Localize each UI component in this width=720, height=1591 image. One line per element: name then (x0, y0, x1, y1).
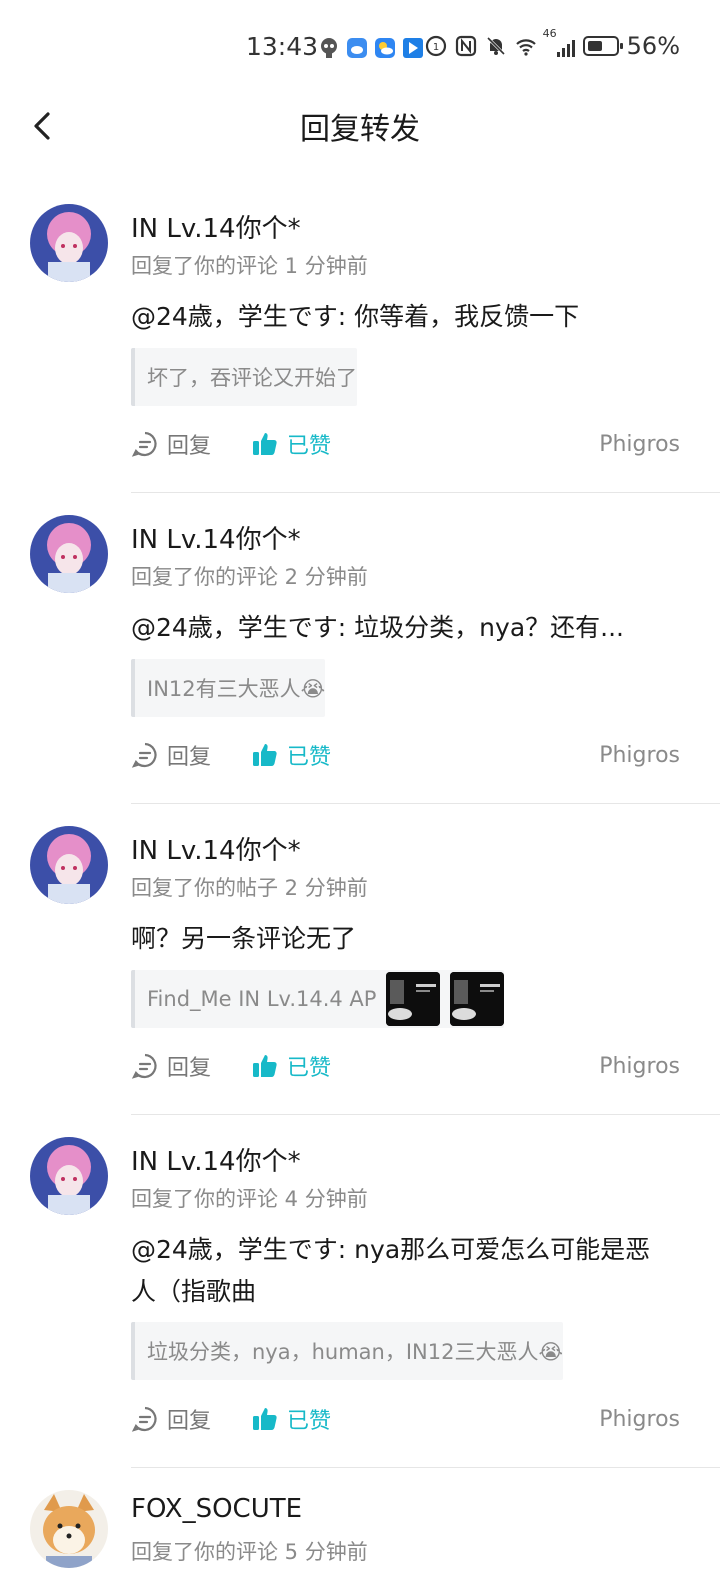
reply-button[interactable]: 回复 (131, 428, 211, 460)
source-tag[interactable]: Phigros (599, 432, 680, 457)
reply-item[interactable]: FOX_SOCUTE 回复了你的评论 5 分钟前 (0, 1468, 720, 1578)
reply-label: 回复 (167, 1056, 212, 1081)
quoted-post[interactable]: Find_Me IN Lv.14.4 AP (131, 970, 505, 1028)
source-tag[interactable]: Phigros (599, 1407, 680, 1432)
reply-meta: 回复了你的评论 1 分钟前 (131, 254, 368, 278)
status-bar: 13:43 1 46 56% (0, 0, 720, 96)
status-time: 13:43 (246, 32, 319, 61)
username[interactable]: IN Lv.14你个* (131, 208, 301, 245)
reply-label: 回复 (167, 1409, 212, 1434)
notification-icons (318, 34, 424, 62)
comment-icon (131, 1053, 157, 1079)
cloud-app-icon (347, 38, 367, 58)
reply-button[interactable]: 回复 (131, 739, 211, 771)
reply-content[interactable]: @24歳，学生です: 垃圾分类，nya？还有... (131, 607, 680, 649)
like-button[interactable]: 已赞 (251, 1403, 331, 1435)
reply-item[interactable]: IN Lv.14你个* 回复了你的评论 1 分钟前 @24歳，学生です: 你等着… (0, 182, 720, 493)
thumbs-up-icon (253, 1408, 277, 1430)
post-thumbnail[interactable] (450, 972, 505, 1026)
nfc-icon (455, 35, 476, 57)
like-label: 已赞 (287, 434, 332, 459)
username[interactable]: IN Lv.14你个* (131, 519, 301, 556)
crying-emoji: 😭 (300, 677, 326, 701)
like-button[interactable]: 已赞 (251, 428, 331, 460)
quoted-text: Find_Me IN Lv.14.4 AP (147, 987, 377, 1011)
thumbs-up-icon (253, 1055, 277, 1077)
reply-meta: 回复了你的帖子 2 分钟前 (131, 876, 368, 900)
username[interactable]: IN Lv.14你个* (131, 1141, 301, 1178)
action-bar: 回复 已赞 Phigros (131, 1399, 680, 1439)
cell-signal-icon: 46 (543, 27, 575, 57)
action-bar: 回复 已赞 Phigros (131, 735, 680, 775)
source-tag[interactable]: Phigros (599, 743, 680, 768)
username[interactable]: FOX_SOCUTE (131, 1494, 302, 1524)
battery-percent: 56% (626, 32, 680, 60)
network-type: 46 (542, 27, 557, 40)
reply-item[interactable]: IN Lv.14你个* 回复了你的评论 4 分钟前 @24歳，学生です: nya… (0, 1115, 720, 1468)
nav-bar: 回复转发 (0, 96, 720, 156)
reply-label: 回复 (167, 745, 212, 770)
post-thumbnail[interactable] (386, 972, 441, 1026)
reply-meta: 回复了你的评论 2 分钟前 (131, 565, 368, 589)
wifi-icon (515, 39, 536, 56)
quoted-text: IN12有三大恶人 (147, 677, 301, 701)
crying-emoji: 😭 (538, 1340, 564, 1364)
mute-bell-icon (486, 36, 505, 56)
quoted-comment[interactable]: IN12有三大恶人😭 (131, 659, 326, 717)
comment-icon (131, 431, 157, 457)
thumbs-up-icon (253, 744, 277, 766)
like-label: 已赞 (287, 745, 332, 770)
weather-icon (375, 38, 395, 58)
action-bar: 回复 已赞 Phigros (131, 1046, 680, 1086)
quoted-comment[interactable]: 垃圾分类，nya，human，IN12三大恶人😭 (131, 1322, 564, 1380)
reply-content[interactable]: @24歳，学生です: nya那么可爱怎么可能是恶人（指歌曲 (131, 1229, 660, 1313)
reply-button[interactable]: 回复 (131, 1050, 211, 1082)
avatar[interactable] (30, 204, 108, 282)
reply-feed[interactable]: IN Lv.14你个* 回复了你的评论 1 分钟前 @24歳，学生です: 你等着… (0, 182, 720, 1578)
reply-item[interactable]: IN Lv.14你个* 回复了你的评论 2 分钟前 @24歳，学生です: 垃圾分… (0, 493, 720, 804)
like-button[interactable]: 已赞 (251, 1050, 331, 1082)
data-saver-icon: 1 (425, 35, 446, 57)
comment-icon (131, 742, 157, 768)
quoted-text: 垃圾分类，nya，human，IN12三大恶人 (147, 1340, 539, 1364)
avatar[interactable] (30, 1137, 108, 1215)
avatar[interactable] (30, 826, 108, 904)
reply-button[interactable]: 回复 (131, 1403, 211, 1435)
username[interactable]: IN Lv.14你个* (131, 830, 301, 867)
thumbs-up-icon (253, 433, 277, 455)
alien-icon (321, 38, 337, 58)
reply-item[interactable]: IN Lv.14你个* 回复了你的帖子 2 分钟前 啊？另一条评论无了 Find… (0, 804, 720, 1115)
battery-fill (587, 41, 602, 51)
action-bar: 回复 已赞 Phigros (131, 424, 680, 464)
reply-label: 回复 (167, 434, 212, 459)
system-status: 1 46 56% (425, 27, 680, 60)
page-title: 回复转发 (300, 112, 420, 147)
reply-meta: 回复了你的评论 4 分钟前 (131, 1187, 368, 1211)
reply-content[interactable]: @24歳，学生です: 你等着，我反馈一下 (131, 296, 680, 338)
reply-meta: 回复了你的评论 5 分钟前 (131, 1540, 368, 1564)
svg-text:1: 1 (432, 42, 438, 53)
like-button[interactable]: 已赞 (251, 739, 331, 771)
battery-icon (582, 36, 623, 56)
source-tag[interactable]: Phigros (599, 1054, 680, 1079)
like-label: 已赞 (287, 1409, 332, 1434)
quoted-text: 坏了，吞评论又开始了 (147, 366, 357, 390)
comment-icon (131, 1406, 157, 1432)
play-app-icon (403, 38, 423, 58)
reply-content[interactable]: 啊？另一条评论无了 (131, 918, 680, 960)
avatar[interactable] (30, 1490, 108, 1568)
like-label: 已赞 (287, 1056, 332, 1081)
quoted-comment[interactable]: 坏了，吞评论又开始了 (131, 348, 357, 406)
avatar[interactable] (30, 515, 108, 593)
